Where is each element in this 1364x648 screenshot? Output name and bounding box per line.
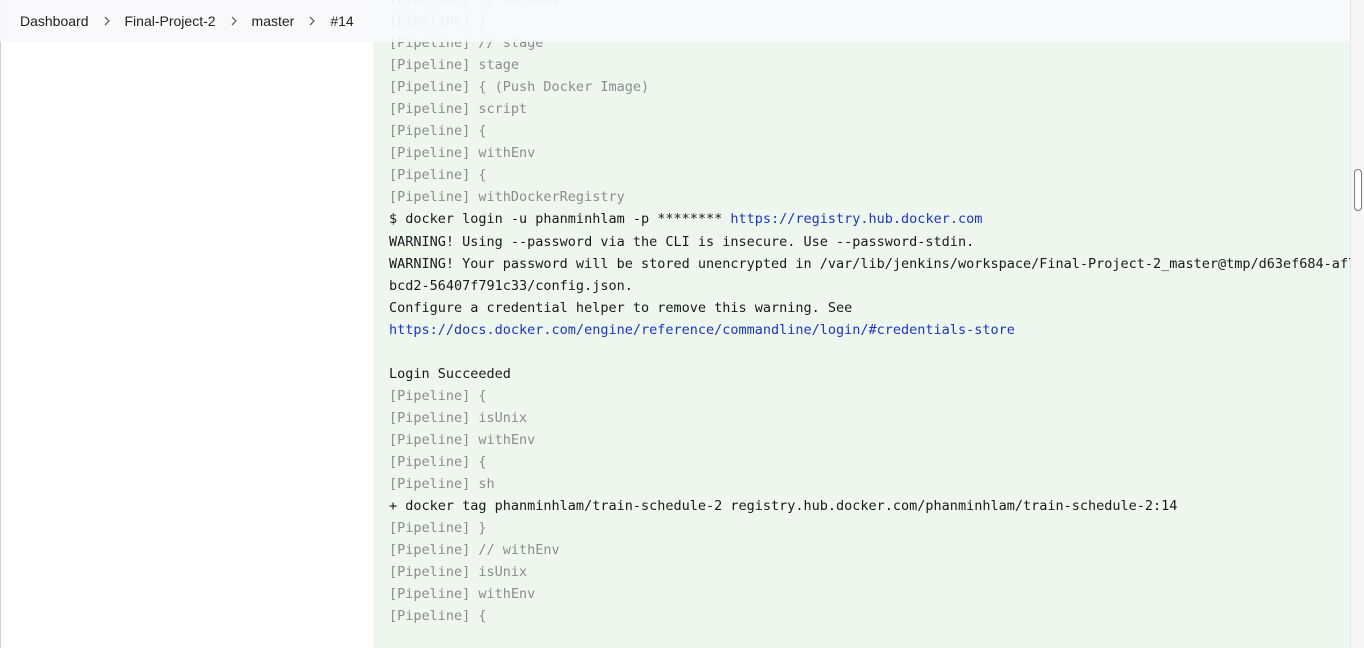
console-line: [Pipeline] withEnv (389, 429, 1350, 451)
console-line-text: [Pipeline] script (389, 101, 528, 118)
console-link[interactable]: https://registry.hub.docker.com (730, 211, 982, 227)
console-line: [Pipeline] sh (389, 473, 1350, 495)
console-line-text: + docker tag phanminhlam/train-schedule-… (389, 498, 1178, 515)
console-line: [Pipeline] withDockerRegistry (389, 186, 1350, 208)
console-line-text: Configure a credential helper to remove … (389, 299, 853, 316)
console-line-text: [Pipeline] { (389, 123, 487, 140)
breadcrumb-branch[interactable]: master (252, 13, 295, 29)
console-line-text: [Pipeline] // withEnv (389, 542, 560, 559)
console-line: [Pipeline] isUnix (389, 407, 1350, 429)
console-line-text: bcd2-56407f791c33/config.json. (389, 277, 633, 294)
console-line-text: $ docker login -u phanminhlam -p *******… (389, 211, 731, 228)
console-line: [Pipeline] isUnix (389, 561, 1350, 583)
console-line-text: [Pipeline] isUnix (389, 564, 528, 581)
console-line: [Pipeline] { (Push Docker Image) (389, 76, 1350, 98)
chevron-right-icon (101, 15, 113, 27)
console-line: [Pipeline] stage (389, 54, 1350, 76)
console-line: [Pipeline] { (389, 164, 1350, 186)
console-line: [Pipeline] script (389, 98, 1350, 120)
console-line-text: Login Succeeded (389, 365, 511, 382)
chevron-right-icon (306, 15, 318, 27)
console-line-text: [Pipeline] stage (389, 57, 520, 74)
console-line: + docker tag phanminhlam/train-schedule-… (389, 495, 1350, 517)
console-line: https://docs.docker.com/engine/reference… (389, 319, 1350, 341)
console-line: $ docker login -u phanminhlam -p *******… (389, 208, 1350, 230)
scrollbar[interactable] (1350, 0, 1364, 648)
console-line: [Pipeline] } (389, 517, 1350, 539)
sidebar-divider (0, 0, 1, 648)
console-line: [Pipeline] // withEnv (389, 539, 1350, 561)
console-line-text: [Pipeline] withEnv (389, 145, 536, 162)
console-line-text: [Pipeline] { (389, 608, 487, 625)
console-line: [Pipeline] { (389, 451, 1350, 473)
breadcrumb: Dashboard Final-Project-2 master #14 (0, 0, 1350, 42)
breadcrumb-project[interactable]: Final-Project-2 (125, 13, 216, 29)
console-line: [Pipeline] { (389, 605, 1350, 627)
console-line-text: [Pipeline] isUnix (389, 409, 528, 426)
console-line-text: [Pipeline] withEnv (389, 431, 536, 448)
breadcrumb-build[interactable]: #14 (330, 13, 353, 29)
console-line: Login Succeeded (389, 363, 1350, 385)
console-line-text: [Pipeline] sh (389, 476, 495, 493)
console-lines: [Pipeline] // withEnv [Pipeline] } [Pipeli… (389, 0, 1350, 627)
console-line: [Pipeline] withEnv (389, 583, 1350, 605)
console-line: Configure a credential helper to remove … (389, 297, 1350, 319)
console-line-text: WARNING! Your password will be stored un… (389, 255, 1350, 272)
console-output: [Pipeline] // withEnv [Pipeline] } [Pipeli… (373, 0, 1350, 648)
console-line: [Pipeline] withEnv (389, 142, 1350, 164)
chevron-right-icon (228, 15, 240, 27)
console-line-text: [Pipeline] { (389, 167, 487, 184)
console-line-text: [Pipeline] withEnv (389, 586, 536, 603)
page: [Pipeline] // withEnv [Pipeline] } [Pipeli… (0, 0, 1364, 648)
scrollbar-thumb[interactable] (1354, 169, 1362, 211)
console-line: [Pipeline] { (389, 385, 1350, 407)
console-line: [Pipeline] { (389, 120, 1350, 142)
console-line-text: WARNING! Using --password via the CLI is… (389, 233, 975, 250)
console-line-text: [Pipeline] { (Push Docker Image) (389, 79, 650, 96)
console-link[interactable]: https://docs.docker.com/engine/reference… (389, 322, 1015, 338)
console-line-text: [Pipeline] } (389, 520, 487, 537)
console-line: bcd2-56407f791c33/config.json. (389, 275, 1350, 297)
console-line-text: [Pipeline] { (389, 387, 487, 404)
console-line: WARNING! Your password will be stored un… (389, 253, 1350, 275)
console-line: WARNING! Using --password via the CLI is… (389, 231, 1350, 253)
breadcrumb-dashboard[interactable]: Dashboard (20, 13, 89, 29)
console-line-text: [Pipeline] withDockerRegistry (389, 189, 625, 206)
console-line-text: [Pipeline] { (389, 453, 487, 470)
